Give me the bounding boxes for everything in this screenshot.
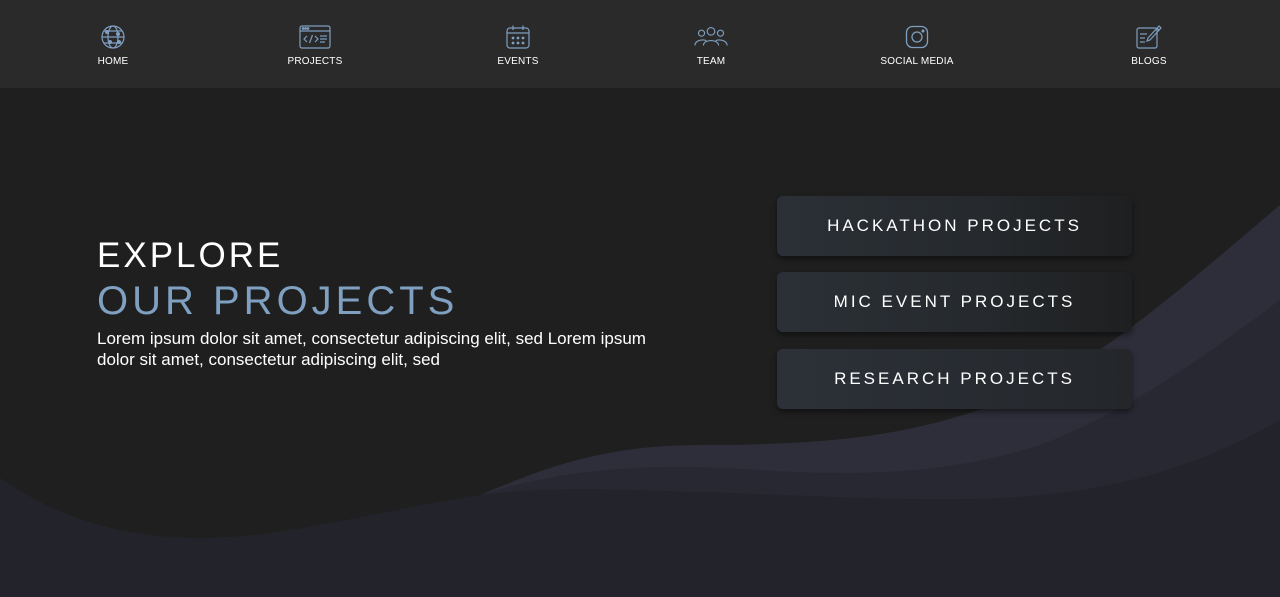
pen-paper-icon: [1131, 22, 1167, 52]
top-navbar: HOME PROJECTS EVENTS TEAM SOCIAL MEDIA B…: [0, 0, 1280, 88]
people-group-icon: [693, 22, 729, 52]
hero-title: OUR PROJECTS: [97, 279, 459, 323]
nav-item-projects[interactable]: PROJECTS: [284, 22, 346, 67]
hero-kicker: EXPLORE: [97, 236, 284, 275]
globe-network-icon: [95, 22, 131, 52]
nav-item-events[interactable]: EVENTS: [495, 22, 541, 67]
mic-event-projects-button[interactable]: MIC EVENT PROJECTS: [777, 272, 1132, 332]
nav-item-social-media[interactable]: SOCIAL MEDIA: [880, 22, 954, 67]
calendar-icon: [500, 22, 536, 52]
hero-description: Lorem ipsum dolor sit amet, consectetur …: [97, 329, 646, 369]
nav-label-projects: PROJECTS: [287, 56, 343, 67]
nav-item-blogs[interactable]: BLOGS: [1130, 22, 1168, 67]
hero-section: EXPLORE OUR PROJECTS Lorem ipsum dolor s…: [97, 236, 657, 370]
instagram-icon: [899, 22, 935, 52]
nav-label-team: TEAM: [696, 56, 726, 67]
nav-label-blogs: BLOGS: [1131, 56, 1167, 67]
nav-label-social-media: SOCIAL MEDIA: [880, 56, 954, 67]
nav-item-team[interactable]: TEAM: [690, 22, 732, 67]
nav-label-events: EVENTS: [497, 56, 539, 67]
nav-label-home: HOME: [97, 56, 129, 67]
hackathon-projects-button[interactable]: HACKATHON PROJECTS: [777, 196, 1132, 256]
research-projects-button[interactable]: RESEARCH PROJECTS: [777, 349, 1132, 409]
nav-item-home[interactable]: HOME: [95, 22, 131, 67]
code-window-icon: [297, 22, 333, 52]
